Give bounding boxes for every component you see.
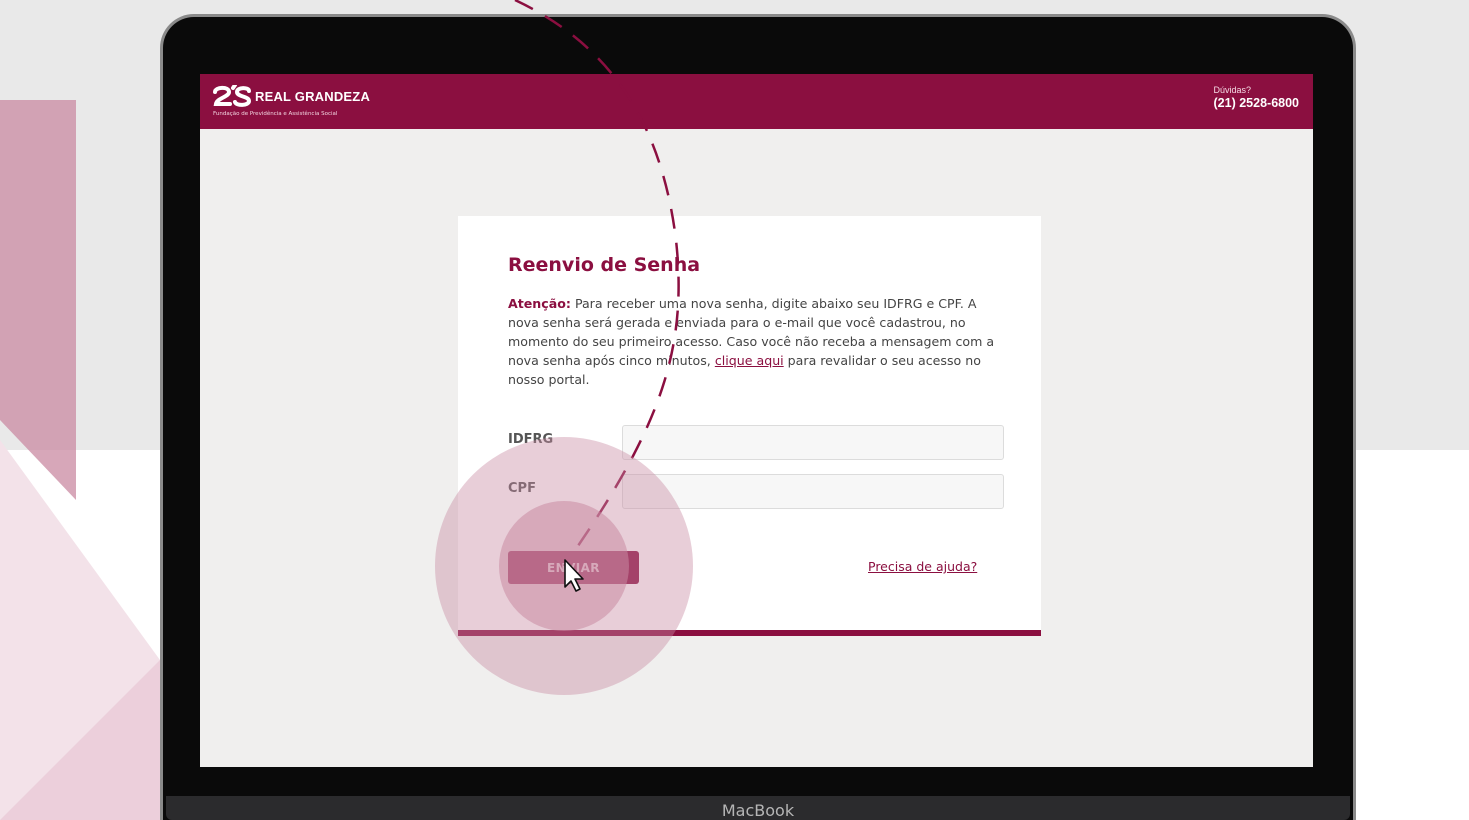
- submit-button[interactable]: ENVIAR: [508, 551, 639, 584]
- logo-subtitle: Fundação de Previdência e Assistência So…: [213, 111, 338, 117]
- card-bottom-bar: [458, 630, 1041, 636]
- page-title: Reenvio de Senha: [508, 254, 701, 276]
- idfrg-input[interactable]: [622, 425, 1004, 460]
- help-link[interactable]: Precisa de ajuda?: [868, 559, 977, 574]
- screen: REAL GRANDEZA Fundação de Previdência e …: [200, 74, 1313, 767]
- cpf-input[interactable]: [622, 474, 1004, 509]
- attention-label: Atenção:: [508, 296, 571, 311]
- revalidate-link[interactable]: clique aqui: [715, 353, 784, 368]
- logo-name: REAL GRANDEZA: [255, 88, 371, 104]
- cpf-label: CPF: [508, 481, 536, 496]
- password-reset-card: Reenvio de Senha Atenção: Para receber u…: [458, 216, 1041, 636]
- logo-mark-icon: [213, 85, 252, 107]
- laptop-brand: MacBook: [721, 801, 795, 820]
- idfrg-label: IDFRG: [508, 432, 554, 447]
- help-contact: Dúvidas? (21) 2528-6800: [1214, 85, 1299, 110]
- logo[interactable]: REAL GRANDEZA: [213, 85, 370, 107]
- help-phone[interactable]: (21) 2528-6800: [1214, 96, 1299, 110]
- top-bar: REAL GRANDEZA Fundação de Previdência e …: [200, 74, 1313, 129]
- help-label: Dúvidas?: [1213, 85, 1252, 95]
- instructions-text: Atenção: Para receber uma nova senha, di…: [508, 294, 998, 389]
